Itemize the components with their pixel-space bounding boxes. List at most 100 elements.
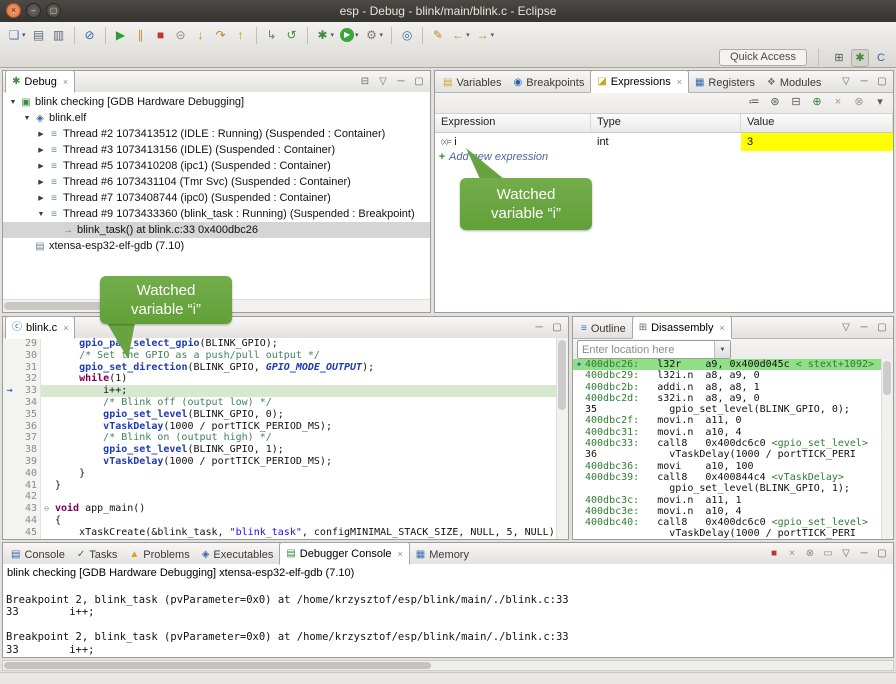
new-wizard-dropdown-arrow[interactable]: ▾ xyxy=(22,31,26,39)
close-tab-icon[interactable]: × xyxy=(398,549,403,559)
maximize-icon[interactable]: ▢ xyxy=(875,322,889,334)
debug-tree-item[interactable]: ▶≡Thread #2 1073413512 (IDLE : Running) … xyxy=(3,126,430,142)
view-menu-icon[interactable]: ▽ xyxy=(376,76,390,88)
run-button[interactable]: ▶▾ xyxy=(337,24,362,46)
tree-expander-icon[interactable]: ▶ xyxy=(35,194,47,202)
combo-dropdown-icon[interactable]: ▼ xyxy=(714,341,730,358)
maximize-icon[interactable]: ▢ xyxy=(875,76,889,88)
debug-tree-item[interactable]: ▶≡Thread #3 1073413156 (IDLE) (Suspended… xyxy=(3,142,430,158)
minimize-icon[interactable]: ─ xyxy=(532,322,546,334)
scrollbar-thumb[interactable] xyxy=(4,662,431,669)
run-dropdown-arrow[interactable]: ▾ xyxy=(355,31,359,39)
tree-expander-icon[interactable]: ▶ xyxy=(35,178,47,186)
step-over-button[interactable]: ↷ xyxy=(211,24,231,46)
tab-debug[interactable]: ✱Debug× xyxy=(5,70,75,93)
external-tools-button[interactable]: ⚙▾ xyxy=(362,24,387,46)
expressions-menu-icon[interactable]: ▾ xyxy=(873,96,887,109)
debug-tree[interactable]: ▼▣blink checking [GDB Hardware Debugging… xyxy=(3,92,430,300)
tab-outline[interactable]: ≡Outline xyxy=(575,319,632,338)
tree-expander-icon[interactable]: ▼ xyxy=(35,211,47,218)
back-button[interactable]: ←▾ xyxy=(448,24,473,46)
minimize-icon[interactable]: ─ xyxy=(857,76,871,88)
tab-modules[interactable]: ❖Modules xyxy=(761,73,828,92)
fold-collapse-icon[interactable]: ⊖ xyxy=(41,503,52,515)
remove-all-launches-icon[interactable]: ⊗ xyxy=(803,548,817,560)
debug-tree-item[interactable]: ▼≡Thread #9 1073433360 (blink_task : Run… xyxy=(3,206,430,222)
new-wizard-button[interactable]: ❏▾ xyxy=(4,24,29,46)
debug-tree-item[interactable]: ▼▣blink checking [GDB Hardware Debugging… xyxy=(3,94,430,110)
tab-debugger-console[interactable]: ▤Debugger Console× xyxy=(279,542,409,565)
debug-button[interactable]: ✱▾ xyxy=(313,24,338,46)
tab-registers[interactable]: ▦Registers xyxy=(689,73,761,92)
debug-tree-item[interactable]: ▼◈blink.elf xyxy=(3,110,430,126)
tab-console[interactable]: ▤Console xyxy=(5,545,71,564)
open-perspective-icon[interactable]: ⊞ xyxy=(830,49,848,67)
forward-button[interactable]: →▾ xyxy=(473,24,498,46)
collapse-all-icon[interactable]: ⊟ xyxy=(358,76,372,88)
skip-all-breakpoints-button[interactable]: ⊘ xyxy=(80,24,100,46)
debug-perspective-icon[interactable]: ✱ xyxy=(851,49,869,67)
tab-breakpoints[interactable]: ◉Breakpoints xyxy=(508,73,591,92)
last-edit-location-button[interactable]: ✎ xyxy=(428,24,448,46)
cpp-perspective-icon[interactable]: C xyxy=(872,49,890,67)
suspend-button[interactable]: ∥ xyxy=(131,24,151,46)
step-into-button[interactable]: ↓ xyxy=(191,24,211,46)
debug-tree-item[interactable]: ▶≡Thread #5 1073410208 (ipc1) (Suspended… xyxy=(3,158,430,174)
window-maximize-button[interactable]: ▢ xyxy=(46,3,61,18)
window-minimize-button[interactable]: – xyxy=(26,3,41,18)
tab-variables[interactable]: ▤Variables xyxy=(437,73,508,92)
tab-blink-c[interactable]: ⓒblink.c× xyxy=(5,316,75,339)
maximize-icon[interactable]: ▢ xyxy=(875,548,889,560)
window-close-button[interactable]: × xyxy=(6,3,21,18)
save-all-button[interactable]: ▥ xyxy=(49,24,69,46)
terminate-icon[interactable]: ■ xyxy=(767,548,781,560)
remove-launch-icon[interactable]: × xyxy=(785,548,799,560)
column-header-expression[interactable]: Expression xyxy=(435,114,591,132)
quick-access-button[interactable]: Quick Access xyxy=(719,49,807,66)
save-button[interactable]: ▤ xyxy=(29,24,49,46)
close-tab-icon[interactable]: × xyxy=(63,77,68,87)
tab-problems[interactable]: ▲Problems xyxy=(123,545,195,564)
minimize-icon[interactable]: ─ xyxy=(394,76,408,88)
tab-memory[interactable]: ▦Memory xyxy=(410,545,475,564)
collapse-all-icon[interactable]: ⊟ xyxy=(789,96,803,109)
column-header-type[interactable]: Type xyxy=(591,114,741,132)
debug-dropdown-arrow[interactable]: ▾ xyxy=(331,31,335,39)
tab-tasks[interactable]: ✓Tasks xyxy=(71,545,124,564)
terminate-button[interactable]: ■ xyxy=(151,24,171,46)
view-menu-icon[interactable]: ▽ xyxy=(839,76,853,88)
tree-expander-icon[interactable]: ▶ xyxy=(35,130,47,138)
debug-tree-item[interactable]: ▤xtensa-esp32-elf-gdb (7.10) xyxy=(3,238,430,254)
tab-executables[interactable]: ◈Executables xyxy=(196,545,280,564)
remove-all-expressions-icon[interactable]: ⊗ xyxy=(852,96,866,109)
maximize-icon[interactable]: ▢ xyxy=(412,76,426,88)
close-tab-icon[interactable]: × xyxy=(63,323,68,333)
show-logical-structures-icon[interactable]: ⊛ xyxy=(768,96,782,109)
view-menu-icon[interactable]: ▽ xyxy=(839,322,853,334)
clear-console-icon[interactable]: ▭ xyxy=(821,548,835,560)
step-return-button[interactable]: ↑ xyxy=(231,24,251,46)
resume-button[interactable]: ▶ xyxy=(111,24,131,46)
debug-tree-item[interactable]: →blink_task() at blink.c:33 0x400dbc26 xyxy=(3,222,430,238)
minimize-icon[interactable]: ─ xyxy=(857,322,871,334)
scrollbar-thumb[interactable] xyxy=(558,340,566,410)
expression-value[interactable]: 3 xyxy=(741,133,893,151)
remove-expression-icon[interactable]: × xyxy=(831,96,845,109)
back-dropdown-arrow[interactable]: ▾ xyxy=(466,31,470,39)
tree-expander-icon[interactable]: ▶ xyxy=(35,162,47,170)
disassembly-content[interactable]: ◆400dbc26: l32r a9, 0x400d045c < stext+1… xyxy=(573,359,893,539)
maximize-icon[interactable]: ▢ xyxy=(550,322,564,334)
external-tools-dropdown-arrow[interactable]: ▾ xyxy=(380,31,384,39)
debug-tree-item[interactable]: ▶≡Thread #6 1073431104 (Tmr Svc) (Suspen… xyxy=(3,174,430,190)
tree-expander-icon[interactable]: ▼ xyxy=(7,99,19,106)
close-tab-icon[interactable]: × xyxy=(677,77,682,87)
bottom-horizontal-scrollbar[interactable] xyxy=(2,660,894,671)
editor-vertical-scrollbar[interactable] xyxy=(556,338,568,539)
forward-dropdown-arrow[interactable]: ▾ xyxy=(491,31,495,39)
tab-disassembly[interactable]: ⊞Disassembly× xyxy=(632,316,732,339)
scrollbar-thumb[interactable] xyxy=(883,361,891,395)
restart-button[interactable]: ↺ xyxy=(282,24,302,46)
disassembly-vertical-scrollbar[interactable] xyxy=(881,359,893,539)
search-button[interactable]: ◎ xyxy=(397,24,417,46)
show-type-names-icon[interactable]: ≔ xyxy=(747,96,761,109)
